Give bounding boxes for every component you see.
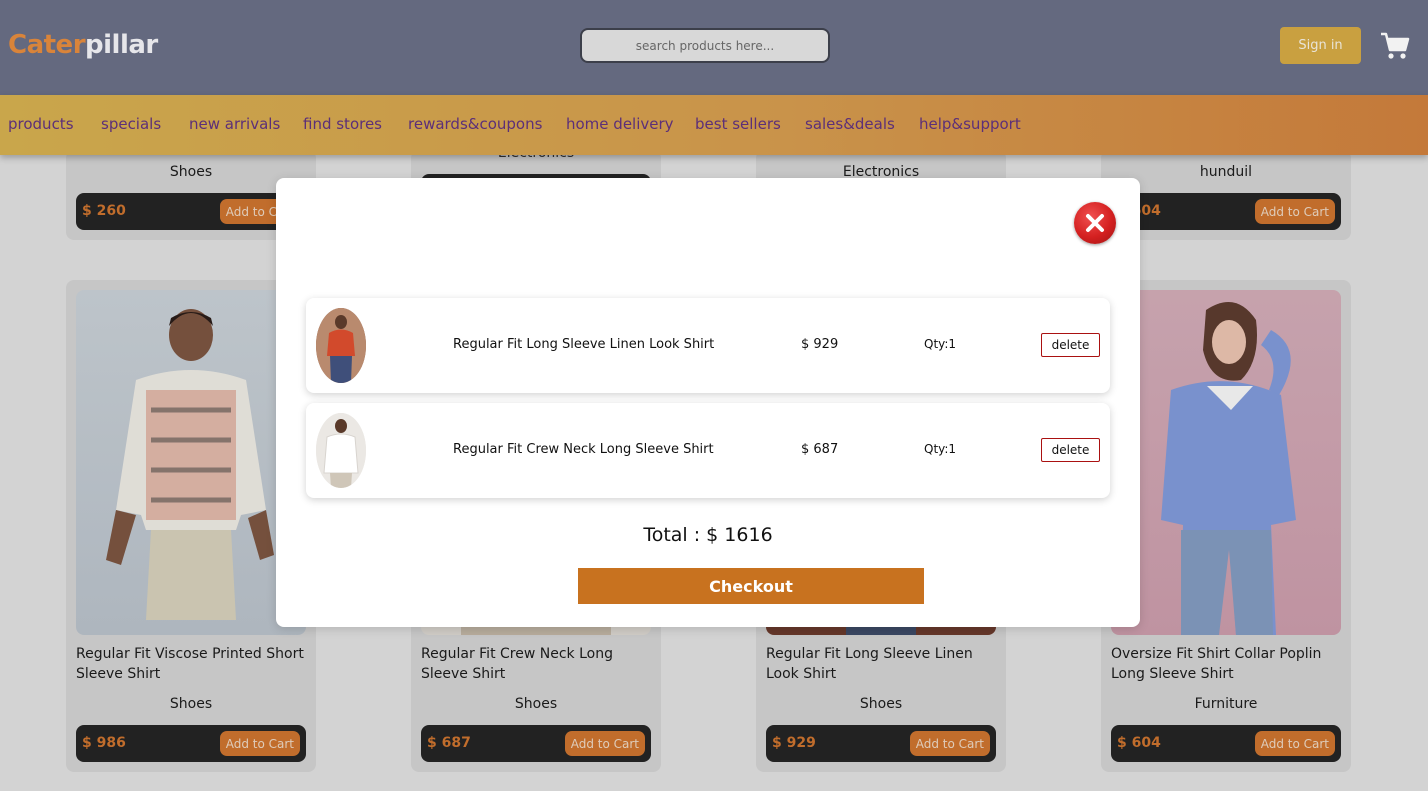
logo[interactable]: Caterpillar — [8, 30, 158, 60]
cart-item-title: Regular Fit Crew Neck Long Sleeve Shirt — [453, 442, 714, 457]
nav-item-rewards-coupons[interactable]: rewards&coupons — [408, 115, 542, 133]
nav-item-help-support[interactable]: help&support — [919, 115, 1021, 133]
delete-button[interactable]: delete — [1041, 333, 1100, 357]
cart-item-qty: Qty:1 — [924, 337, 957, 351]
cart-icon[interactable] — [1380, 31, 1410, 61]
logo-part-2: pillar — [85, 30, 158, 60]
nav-item-sales-deals[interactable]: sales&deals — [805, 115, 895, 133]
nav-item-best-sellers[interactable]: best sellers — [695, 115, 781, 133]
cart-item: Regular Fit Crew Neck Long Sleeve Shirt … — [306, 403, 1110, 498]
cart-item-price: $ 929 — [801, 337, 839, 352]
nav-item-home-delivery[interactable]: home delivery — [566, 115, 674, 133]
header: Caterpillar Sign in — [0, 0, 1428, 95]
cart-total: Total : $ 1616 — [643, 524, 773, 546]
cart-item-qty: Qty:1 — [924, 442, 957, 456]
sign-in-button[interactable]: Sign in — [1280, 27, 1361, 64]
close-button[interactable] — [1074, 202, 1116, 244]
nav-item-new-arrivals[interactable]: new arrivals — [189, 115, 280, 133]
checkout-button[interactable]: Checkout — [578, 568, 924, 604]
cart-item-price: $ 687 — [801, 442, 839, 457]
close-icon — [1086, 214, 1104, 232]
delete-button[interactable]: delete — [1041, 438, 1100, 462]
cart-item-image — [316, 413, 366, 488]
nav-item-specials[interactable]: specials — [101, 115, 161, 133]
logo-part-1: Cater — [8, 30, 86, 60]
category-nav: products specials new arrivals find stor… — [0, 95, 1428, 155]
nav-item-find-stores[interactable]: find stores — [303, 115, 382, 133]
search-input[interactable] — [580, 28, 830, 63]
cart-item-image — [316, 308, 366, 383]
cart-item: Regular Fit Long Sleeve Linen Look Shirt… — [306, 298, 1110, 393]
cart-modal: Regular Fit Long Sleeve Linen Look Shirt… — [276, 178, 1140, 627]
cart-item-title: Regular Fit Long Sleeve Linen Look Shirt — [453, 337, 715, 352]
nav-item-products[interactable]: products — [8, 115, 74, 133]
